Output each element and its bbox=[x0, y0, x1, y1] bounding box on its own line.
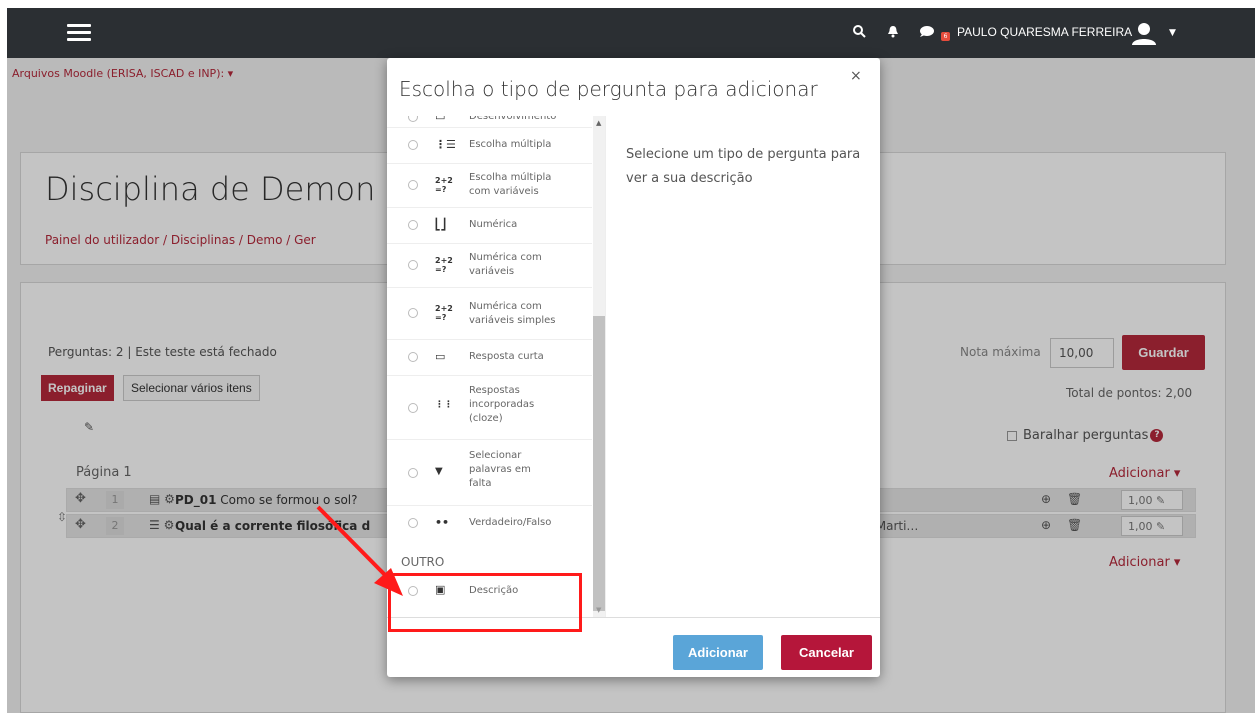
close-icon[interactable]: × bbox=[850, 68, 862, 84]
scroll-down-icon[interactable]: ▼ bbox=[596, 606, 601, 614]
type-label: Respostas incorporadas (cloze) bbox=[469, 385, 535, 424]
cloze-icon: ⋮⋮ bbox=[435, 400, 453, 410]
radio[interactable] bbox=[408, 260, 418, 270]
radio[interactable] bbox=[408, 518, 418, 528]
list-item[interactable]: 2+2 =? Escolha múltipla com variáveis bbox=[387, 164, 592, 208]
type-label: Escolha múltipla bbox=[469, 139, 552, 150]
scroll-up-icon[interactable]: ▲ bbox=[596, 119, 601, 127]
cancel-button[interactable]: Cancelar bbox=[781, 635, 872, 670]
messages-icon[interactable] bbox=[919, 25, 937, 42]
radio[interactable] bbox=[408, 468, 418, 478]
type-label: Verdadeiro/Falso bbox=[469, 517, 552, 528]
radio[interactable] bbox=[408, 140, 418, 150]
search-icon[interactable] bbox=[853, 25, 866, 42]
list-item[interactable]: 2+2 =? Numérica com variáveis bbox=[387, 244, 592, 288]
type-label: Selecionar palavras em falta bbox=[469, 450, 531, 489]
list-item[interactable]: ⎣⎦ Numérica bbox=[387, 208, 592, 244]
multichoice-icon: ⋮☰ bbox=[435, 138, 456, 151]
type-label: Desenvolvimento bbox=[469, 116, 557, 122]
scroll-thumb[interactable] bbox=[593, 316, 605, 611]
type-label: Escolha múltipla com variáveis bbox=[469, 172, 552, 197]
type-label: Numérica com variáveis simples bbox=[469, 301, 556, 326]
description-panel: Selecione um tipo de pergunta para ver a… bbox=[605, 116, 880, 617]
type-label: Resposta curta bbox=[469, 351, 544, 362]
radio[interactable] bbox=[408, 116, 418, 122]
radio[interactable] bbox=[408, 352, 418, 362]
radio[interactable] bbox=[408, 220, 418, 230]
annotation-highlight-box bbox=[388, 573, 582, 632]
add-button[interactable]: Adicionar bbox=[673, 635, 763, 670]
list-item[interactable]: ⋮☰ Escolha múltipla bbox=[387, 128, 592, 164]
message-count-badge: 6 bbox=[941, 32, 950, 41]
list-item[interactable]: ⋮⋮ Respostas incorporadas (cloze) bbox=[387, 376, 592, 440]
user-name[interactable]: PAULO QUARESMA FERREIRA bbox=[957, 25, 1132, 39]
bell-icon[interactable] bbox=[887, 25, 899, 42]
list-item[interactable]: ▭ Resposta curta bbox=[387, 340, 592, 376]
calculated-icon: 2+2 =? bbox=[435, 256, 453, 274]
list-item[interactable]: 2+2 =? Numérica com variáveis simples bbox=[387, 288, 592, 340]
calculated-multichoice-icon: 2+2 =? bbox=[435, 176, 453, 194]
menu-icon[interactable] bbox=[67, 24, 91, 42]
list-item[interactable]: ▭ Desenvolvimento bbox=[387, 116, 592, 128]
type-label: Numérica com variáveis bbox=[469, 252, 542, 277]
list-item[interactable]: ▼ Selecionar palavras em falta bbox=[387, 440, 592, 506]
calculated-simple-icon: 2+2 =? bbox=[435, 304, 453, 322]
radio[interactable] bbox=[408, 403, 418, 413]
essay-icon: ▭ bbox=[435, 116, 446, 123]
top-navbar: 6 PAULO QUARESMA FERREIRA ▼ bbox=[7, 8, 1255, 58]
question-type-list: ▭ Desenvolvimento ⋮☰ Escolha múltipla 2+… bbox=[387, 116, 605, 617]
short-answer-icon: ▭ bbox=[435, 350, 446, 363]
list-item[interactable]: •• Verdadeiro/Falso bbox=[387, 506, 592, 542]
description-placeholder: Selecione um tipo de pergunta para ver a… bbox=[626, 147, 861, 186]
scrollbar[interactable]: ▲ ▼ bbox=[593, 116, 605, 617]
numerical-icon: ⎣⎦ bbox=[435, 218, 446, 231]
radio[interactable] bbox=[408, 180, 418, 190]
other-section-header: OUTRO bbox=[401, 555, 445, 569]
avatar[interactable] bbox=[1129, 18, 1159, 48]
type-label: Numérica bbox=[469, 219, 518, 230]
dialog-title: Escolha o tipo de pergunta para adiciona… bbox=[399, 77, 818, 101]
radio[interactable] bbox=[408, 308, 418, 318]
truefalse-icon: •• bbox=[435, 516, 450, 529]
chevron-down-icon[interactable]: ▼ bbox=[1169, 25, 1176, 41]
dropdown-icon: ▼ bbox=[435, 466, 443, 477]
